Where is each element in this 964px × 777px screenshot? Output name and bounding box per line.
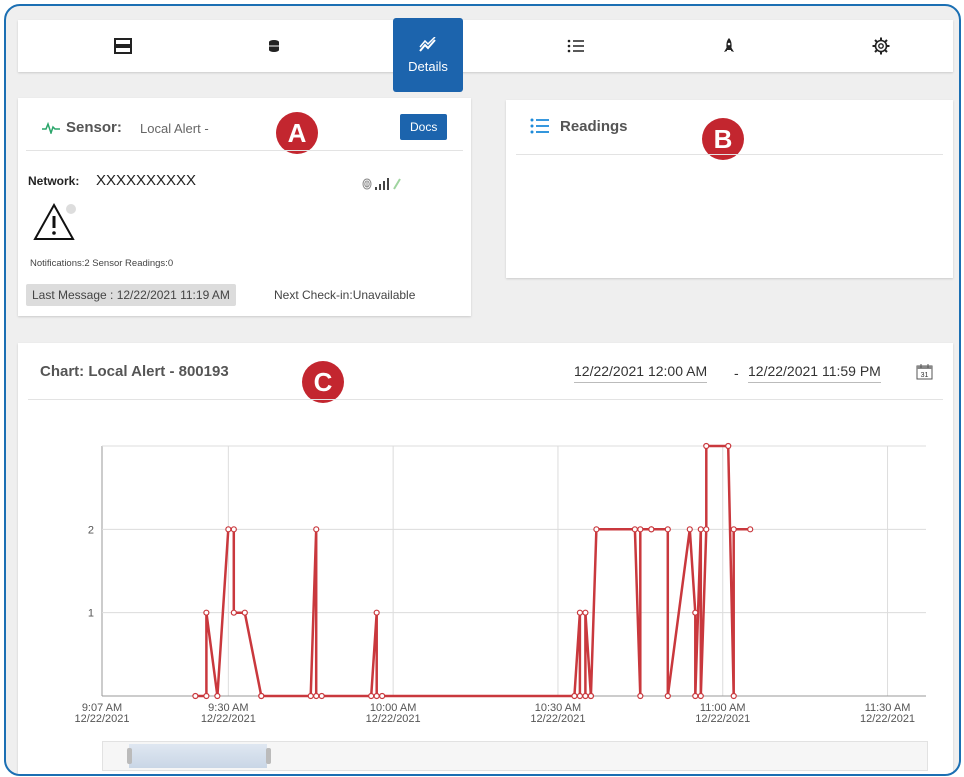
y-tick-labels: 12 xyxy=(88,524,94,619)
data-point xyxy=(241,609,248,616)
fingerprint-icon xyxy=(362,178,372,190)
data-point xyxy=(725,442,732,450)
data-point xyxy=(582,609,589,616)
data-point xyxy=(686,526,693,533)
readings-list-icon xyxy=(530,118,549,134)
readings-title: Readings xyxy=(560,118,628,135)
data-point xyxy=(373,692,380,700)
status-icons xyxy=(362,178,402,190)
y-tick-label: 1 xyxy=(88,608,94,620)
data-point xyxy=(587,692,595,700)
line-chart: 12 9:07 AM12/22/20219:30 AM12/22/202110:… xyxy=(74,442,926,725)
data-point xyxy=(593,526,600,533)
y-tick-label: 2 xyxy=(88,524,94,536)
chart-card: Chart: Local Alert - 800193 C 12/22/2021… xyxy=(18,343,953,774)
top-navigation: Details xyxy=(18,18,953,92)
data-point xyxy=(225,526,232,533)
data-point xyxy=(664,692,671,700)
data-point xyxy=(692,692,699,700)
details-tab[interactable]: Details xyxy=(393,18,463,92)
data-point xyxy=(576,692,584,700)
series-line xyxy=(195,444,751,698)
data-point xyxy=(379,692,386,700)
x-tick-date: 12/22/2021 xyxy=(201,713,256,725)
range-handle-right[interactable] xyxy=(266,748,271,764)
data-point xyxy=(703,442,710,450)
x-tick-date: 12/22/2021 xyxy=(530,713,585,725)
callout-badge-a: A xyxy=(276,112,318,154)
details-icon xyxy=(419,36,436,52)
pulse-icon xyxy=(42,122,60,134)
data-point xyxy=(307,692,314,700)
data-point xyxy=(203,609,210,616)
data-point xyxy=(697,692,704,700)
readings-card: Readings B xyxy=(506,100,953,278)
data-point xyxy=(368,692,375,700)
data-point xyxy=(703,526,710,533)
data-point xyxy=(373,609,380,616)
details-tab-label: Details xyxy=(408,58,448,74)
x-tick-date: 12/22/2021 xyxy=(860,713,915,725)
list-icon[interactable] xyxy=(546,20,606,72)
app-frame: Details Sensor: Local Alert - A Docs Net… xyxy=(4,4,961,776)
data-point xyxy=(631,526,638,533)
last-message: Last Message : 12/22/2021 11:19 AM xyxy=(26,284,236,306)
data-point xyxy=(582,692,589,700)
sensor-card: Sensor: Local Alert - A Docs Network: XX… xyxy=(18,98,471,316)
range-handle-left[interactable] xyxy=(127,748,132,764)
x-tick-date: 12/22/2021 xyxy=(695,713,750,725)
signal-icon xyxy=(375,178,389,190)
sensor-title: Sensor: xyxy=(66,119,122,136)
range-selection[interactable] xyxy=(129,744,267,768)
notifications-text: Notifications:2 Sensor Readings:0 xyxy=(30,258,174,269)
data-point xyxy=(318,692,325,700)
next-checkin: Next Check-in:Unavailable xyxy=(274,288,416,302)
gear-icon[interactable] xyxy=(851,20,911,72)
data-point xyxy=(730,692,737,700)
data-point xyxy=(637,526,644,533)
data-point xyxy=(203,692,210,700)
data-point xyxy=(230,609,237,616)
docs-button[interactable]: Docs xyxy=(400,114,448,140)
data-point xyxy=(214,692,221,700)
data-point xyxy=(230,526,237,533)
network-value: XXXXXXXXXX xyxy=(96,172,197,189)
data-point xyxy=(313,692,320,700)
data-point xyxy=(313,526,320,533)
data-point xyxy=(571,692,578,700)
data-point xyxy=(648,526,655,533)
data-point xyxy=(692,609,699,616)
battery-icon xyxy=(393,178,401,190)
database-icon[interactable] xyxy=(244,20,304,72)
data-point xyxy=(697,526,704,533)
divider xyxy=(516,154,943,155)
overview-icon[interactable] xyxy=(93,20,153,72)
data-point xyxy=(637,692,644,700)
warning-icon xyxy=(33,202,76,240)
x-tick-labels: 9:07 AM12/22/20219:30 AM12/22/202110:00 … xyxy=(74,702,915,725)
divider xyxy=(26,150,463,151)
data-point xyxy=(747,526,754,533)
rocket-icon[interactable] xyxy=(699,20,759,72)
x-tick-date: 12/22/2021 xyxy=(74,713,129,725)
network-label: Network: xyxy=(28,174,80,188)
data-point xyxy=(258,692,265,700)
data-point xyxy=(730,526,737,533)
x-tick-date: 12/22/2021 xyxy=(366,713,421,725)
sensor-name: Local Alert - xyxy=(140,121,209,136)
data-point xyxy=(664,526,671,533)
data-point xyxy=(192,692,199,700)
range-navigator[interactable] xyxy=(102,741,928,771)
data-point xyxy=(576,609,584,616)
